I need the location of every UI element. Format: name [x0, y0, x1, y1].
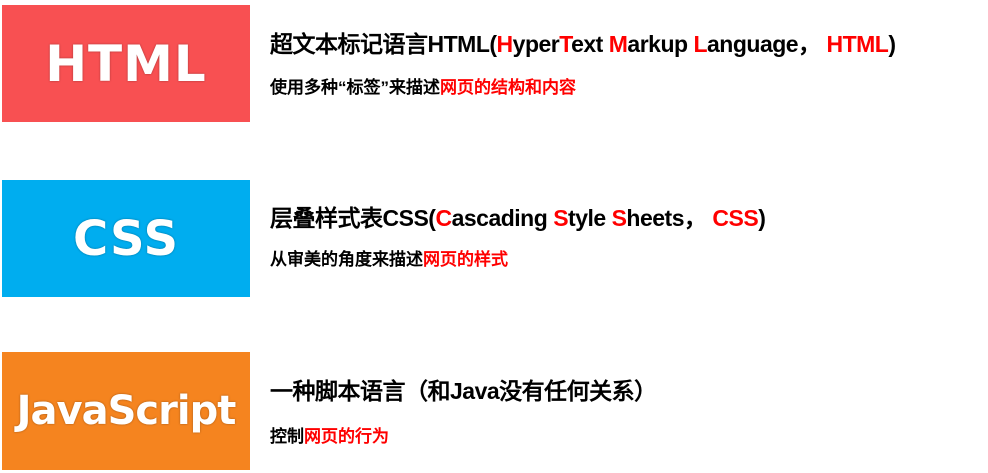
html-title: 超文本标记语言HTML(HyperText Markup Language， H… — [270, 25, 896, 59]
highlighted-text: S — [611, 205, 627, 231]
highlighted-text: S — [553, 205, 569, 231]
highlighted-text: 网页的样式 — [423, 250, 508, 269]
text-segment: 从审美的角度来描述 — [270, 250, 423, 269]
highlighted-text: 网页的结构和内容 — [440, 78, 576, 97]
html-logo-box: HTML — [2, 5, 250, 122]
highlighted-text: 网页的行为 — [304, 427, 389, 446]
html-subtitle: 使用多种“标签”来描述网页的结构和内容 — [270, 73, 576, 98]
text-segment: anguage， — [707, 31, 827, 57]
text-segment: arkup — [627, 31, 694, 57]
text-segment: 控制 — [270, 427, 304, 446]
text-segment: tyle — [568, 205, 612, 231]
text-segment: 使用多种“标签”来描述 — [270, 78, 440, 97]
css-title: 层叠样式表CSS(Cascading Style Sheets， CSS) — [270, 199, 766, 233]
highlighted-text: CSS — [712, 205, 759, 231]
highlighted-text: H — [496, 31, 514, 57]
javascript-subtitle: 控制网页的行为 — [270, 422, 389, 447]
text-segment: ) — [758, 205, 766, 231]
text-segment: ext — [571, 31, 609, 57]
text-segment: heets， — [626, 205, 713, 231]
css-subtitle: 从审美的角度来描述网页的样式 — [270, 245, 508, 270]
text-segment: 超文本标记语言HTML( — [270, 31, 497, 57]
text-segment: 层叠样式表CSS( — [270, 205, 436, 231]
text-segment: 一种脚本语言（和Java没有任何关系） — [270, 378, 657, 404]
text-segment: ) — [888, 31, 896, 57]
highlighted-text: C — [435, 205, 452, 231]
text-segment: ascading — [451, 205, 554, 231]
javascript-title: 一种脚本语言（和Java没有任何关系） — [270, 372, 657, 406]
javascript-logo-box: JavaScript — [2, 352, 250, 470]
highlighted-text: HTML — [826, 31, 889, 57]
highlighted-text: L — [693, 31, 707, 57]
css-logo-box: CSS — [2, 180, 250, 297]
html-logo-text: HTML — [45, 34, 207, 93]
css-logo-text: CSS — [72, 210, 180, 267]
text-segment: yper — [512, 31, 560, 57]
highlighted-text: T — [559, 31, 572, 57]
javascript-logo-text: JavaScript — [16, 388, 237, 434]
highlighted-text: M — [608, 31, 628, 57]
